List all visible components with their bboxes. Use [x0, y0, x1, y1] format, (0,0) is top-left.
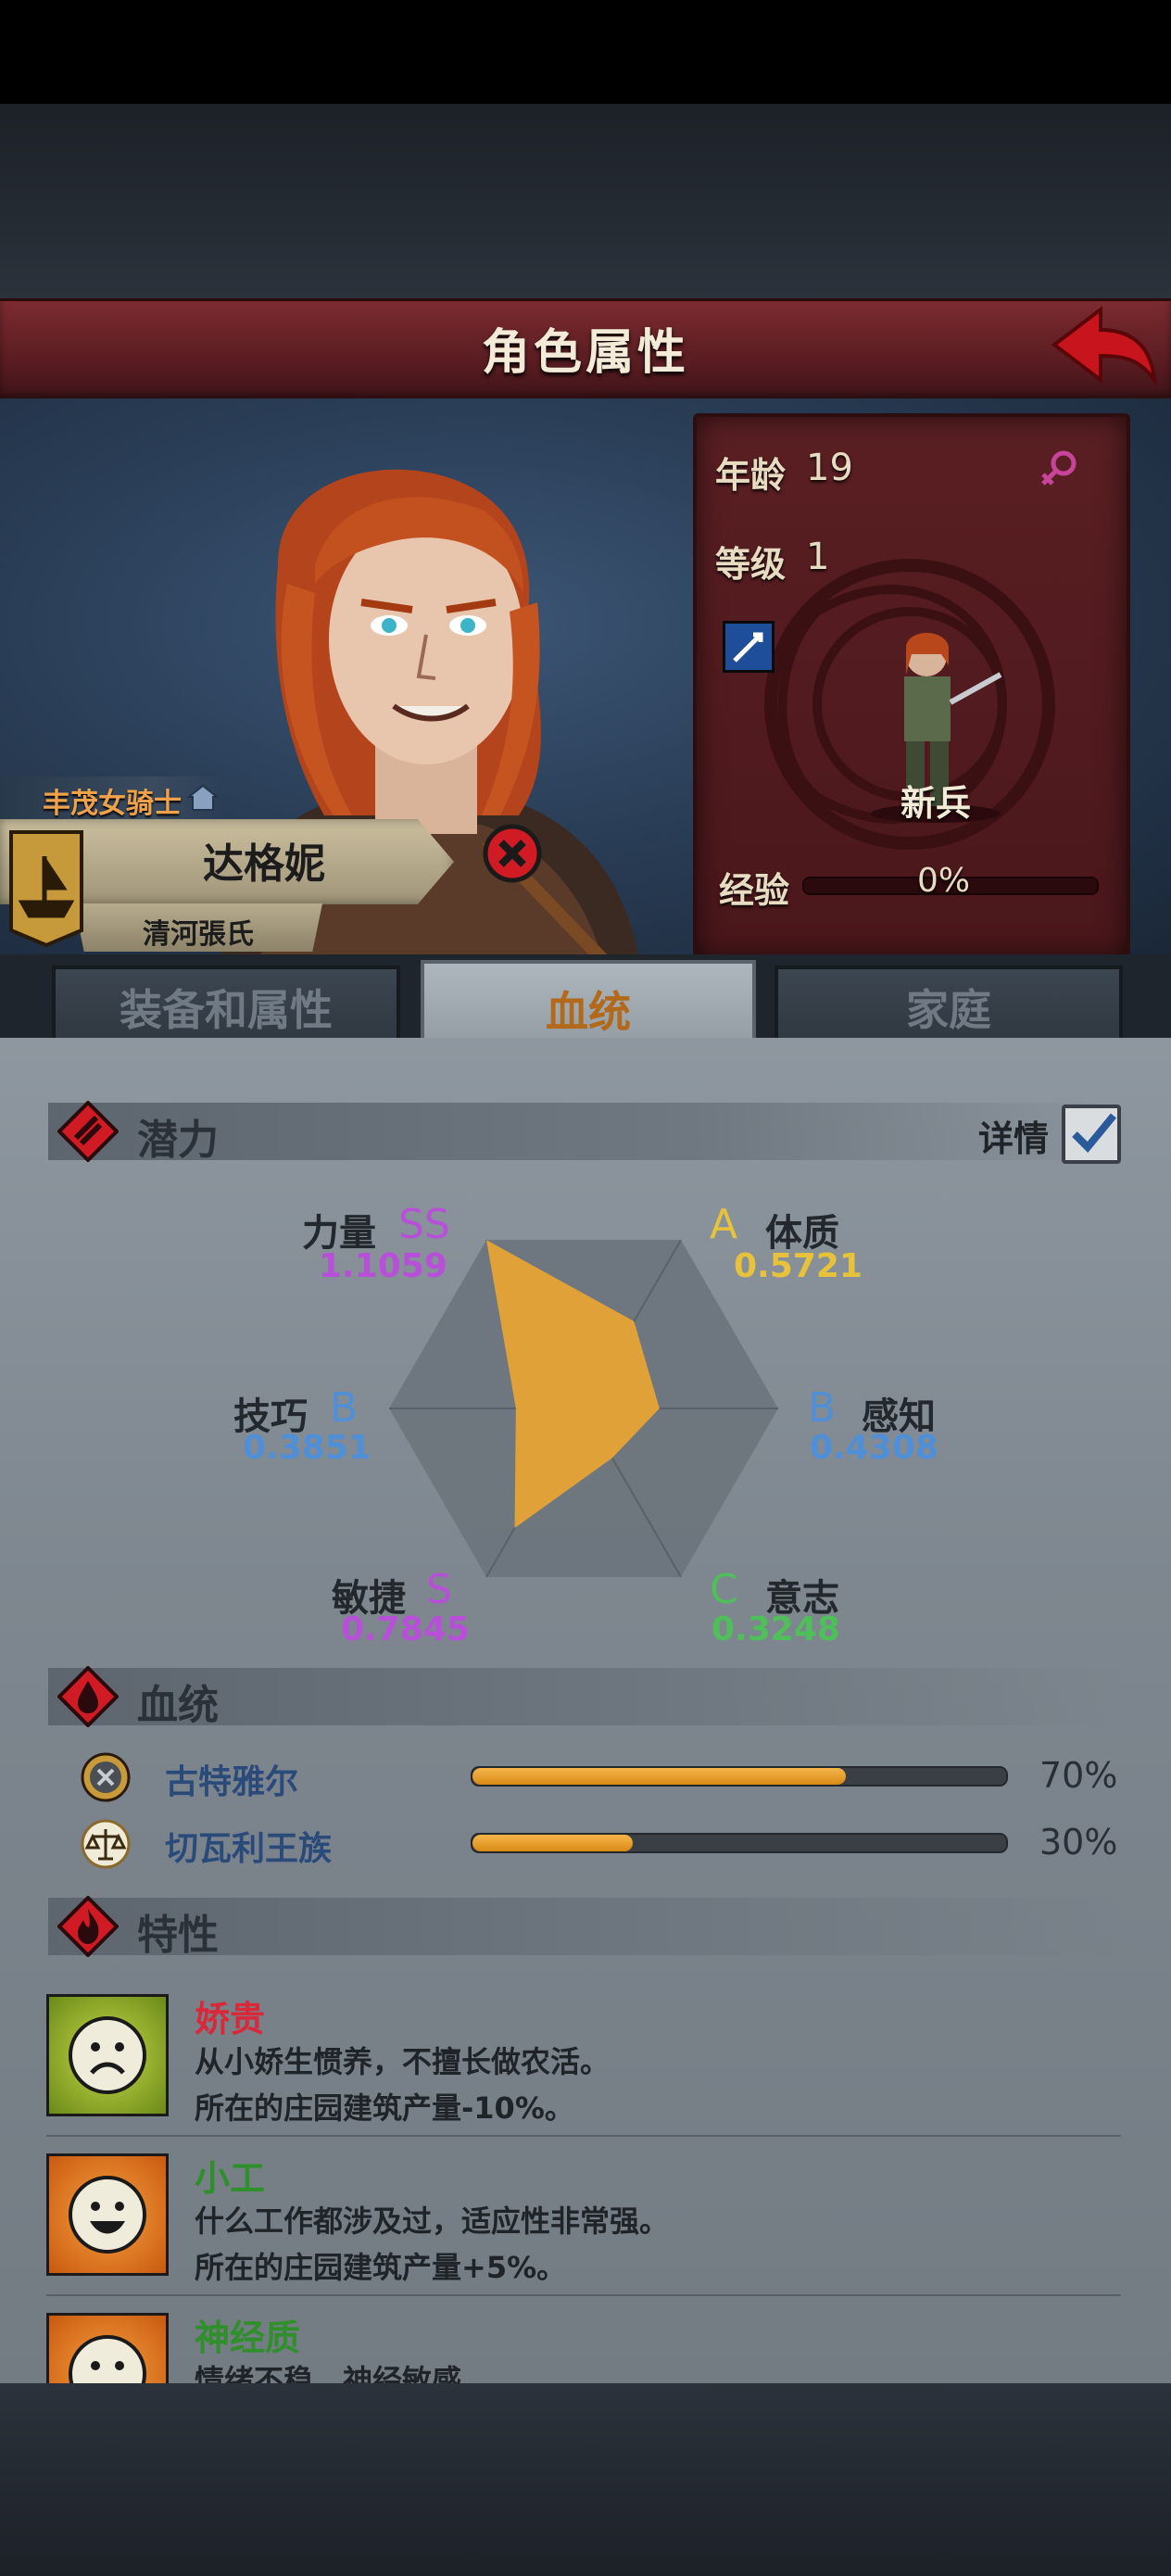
trait-name: 小工: [195, 2158, 266, 2199]
dismiss-button[interactable]: [482, 823, 543, 884]
character-name[interactable]: 达格妮: [111, 830, 417, 890]
detail-label: 详情: [978, 1118, 1050, 1159]
bloodline-title: 血统: [137, 1682, 219, 1729]
bloodline-bar-fill: [472, 1835, 633, 1851]
trait-row-clipped: 神经质 情绪不稳，神经敏感: [0, 2307, 1171, 2383]
trait-name: 神经质: [195, 2317, 301, 2358]
trait-name: 娇贵: [195, 1999, 266, 2039]
attr-agility-value: 0.7845: [341, 1610, 470, 1648]
attr-skill-grade: B: [330, 1384, 359, 1432]
attr-will-value: 0.3248: [711, 1610, 840, 1648]
attr-skill-value: 0.3851: [243, 1429, 371, 1467]
sad-face-icon[interactable]: [46, 1994, 169, 2116]
close-icon: [483, 824, 542, 883]
page-title: 角色属性: [481, 325, 689, 381]
attr-will-grade: C: [710, 1566, 738, 1613]
attr-perception-grade: B: [808, 1384, 837, 1432]
bottom-band: [0, 2383, 1171, 2576]
detail-checkbox[interactable]: [1062, 1105, 1121, 1164]
bloodline-percent: 30%: [1039, 1822, 1118, 1863]
divider: [46, 2294, 1121, 2296]
top-band: [0, 104, 1171, 298]
character-title: 丰茂女骑士: [43, 788, 182, 820]
bloodline-name: 古特雅尔: [165, 1763, 299, 1801]
bloodline-bar: [471, 1833, 1008, 1853]
bloodline-bar: [471, 1766, 1008, 1787]
female-icon: [1038, 448, 1080, 495]
exp-value: 0%: [917, 862, 971, 900]
attr-perception-value: 0.4308: [810, 1429, 938, 1467]
potential-title: 潜力: [137, 1117, 219, 1164]
trait-desc: 什么工作都涉及过，适应性非常强。: [195, 2203, 670, 2239]
level-value: 1: [806, 536, 830, 578]
trait-effect: 所在的庄园建筑产量+5%。: [195, 2250, 567, 2285]
attr-constitution-value: 0.5721: [734, 1247, 863, 1285]
trait-desc: 从小娇生惯养，不擅长做农活。: [195, 2044, 611, 2079]
age-label: 年龄: [715, 455, 787, 496]
clan-banner-icon[interactable]: [7, 828, 85, 948]
back-arrow-icon: [1051, 305, 1157, 387]
trait-desc: 情绪不稳，神经敏感: [195, 2363, 462, 2383]
divider: [46, 2135, 1121, 2137]
exp-label: 经验: [719, 870, 790, 911]
trait-effect: 所在的庄园建筑产量-10%。: [195, 2090, 574, 2126]
attr-constitution-grade: A: [710, 1201, 738, 1248]
class-name: 新兵: [900, 783, 971, 824]
bloodline-crest-icon: [80, 1751, 132, 1807]
bloodline-bar-fill: [472, 1768, 847, 1785]
blood-drop-icon: [57, 1665, 120, 1728]
bloodline-name: 切瓦利王族: [165, 1830, 333, 1868]
sword-skill-icon[interactable]: [723, 621, 774, 673]
flame-icon: [57, 1895, 120, 1958]
bloodline-scales-icon: [80, 1818, 132, 1874]
level-label: 等级: [715, 544, 787, 585]
bloodline-percent: 70%: [1039, 1755, 1118, 1796]
clan-name[interactable]: 清河張氏: [74, 911, 322, 952]
house-icon: [186, 784, 220, 815]
traits-title: 特性: [137, 1912, 219, 1959]
potential-icon: [57, 1100, 120, 1163]
attr-strength-grade: SS: [398, 1201, 450, 1248]
happy-face-icon[interactable]: [46, 2313, 169, 2383]
attr-strength-value: 1.1059: [319, 1247, 447, 1285]
attr-agility-grade: S: [426, 1566, 452, 1613]
checkmark-icon: [1072, 1113, 1117, 1153]
age-value: 19: [806, 447, 853, 489]
back-button[interactable]: [1047, 302, 1158, 395]
happy-face-icon[interactable]: [46, 2153, 169, 2276]
